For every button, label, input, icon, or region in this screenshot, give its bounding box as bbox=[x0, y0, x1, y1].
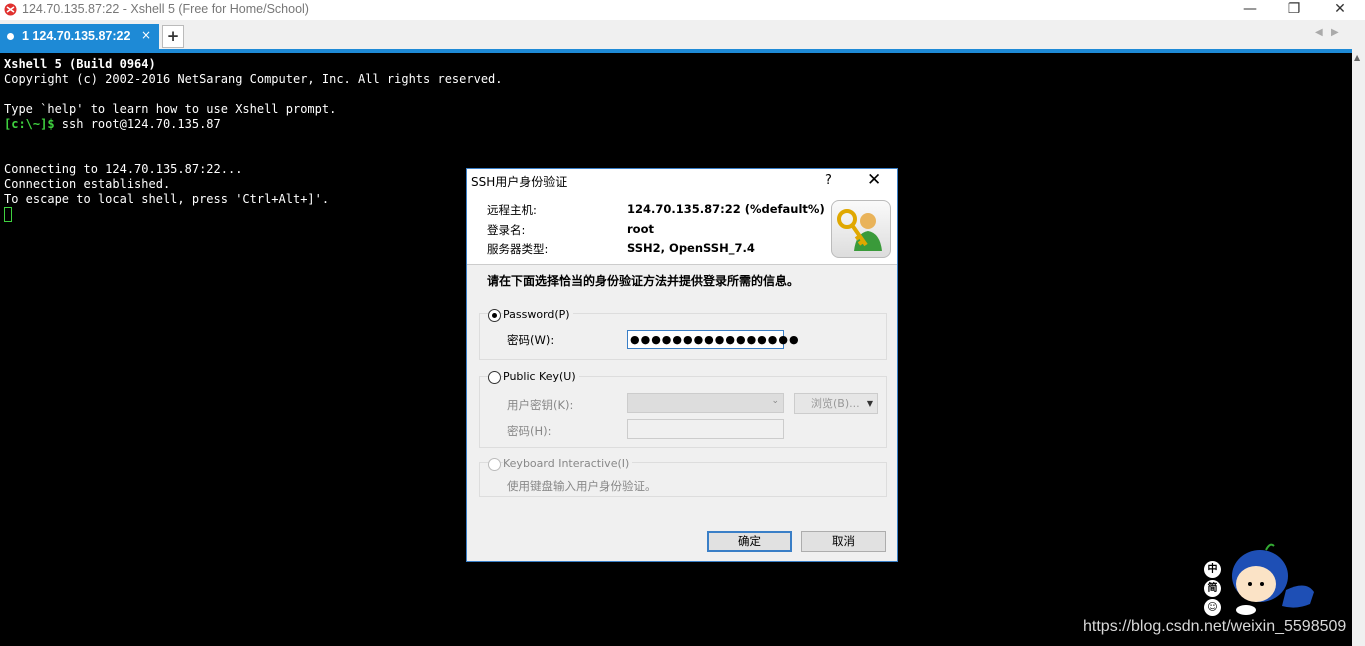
minimize-button[interactable]: — bbox=[1228, 0, 1272, 20]
ime-emoji-icon[interactable]: ☺ bbox=[1204, 599, 1221, 616]
terminal-line: Connecting to 124.70.135.87:22... bbox=[4, 162, 243, 176]
user-key-select[interactable]: ⌄ bbox=[627, 393, 784, 413]
terminal-command: ssh root@124.70.135.87 bbox=[54, 117, 221, 131]
terminal-line: Copyright (c) 2002-2016 NetSarang Comput… bbox=[4, 72, 503, 86]
ssh-auth-dialog: SSH用户身份验证 ? ✕ 远程主机: 124.70.135.87:22 (%d… bbox=[466, 168, 898, 562]
chevron-down-icon: ⌄ bbox=[771, 396, 779, 406]
publickey-option-label[interactable]: Public Key(U) bbox=[503, 370, 579, 383]
tab-scroll-right-icon[interactable]: ▶ bbox=[1331, 27, 1339, 38]
publickey-radio[interactable] bbox=[488, 371, 501, 384]
ok-button[interactable]: 确定 bbox=[707, 531, 792, 552]
dropdown-arrow-icon: ▼ bbox=[866, 399, 873, 408]
user-key-icon bbox=[831, 200, 891, 258]
password-option-label[interactable]: Password(P) bbox=[503, 308, 573, 321]
terminal-output[interactable]: Xshell 5 (Build 0964) Copyright (c) 2002… bbox=[4, 57, 503, 224]
terminal-line: Type `help' to learn how to use Xshell p… bbox=[4, 102, 337, 116]
keyboard-radio[interactable] bbox=[488, 458, 501, 471]
instruction-text: 请在下面选择恰当的身份验证方法并提供登录所需的信息。 bbox=[487, 274, 800, 288]
login-name-label: 登录名: bbox=[487, 223, 526, 237]
dialog-header: SSH用户身份验证 ? ✕ 远程主机: 124.70.135.87:22 (%d… bbox=[467, 169, 897, 265]
close-window-button[interactable]: ✕ bbox=[1318, 0, 1362, 20]
tab-accent-strip bbox=[0, 49, 1352, 53]
cancel-button[interactable]: 取消 bbox=[801, 531, 886, 552]
keyboard-description: 使用键盘输入用户身份验证。 bbox=[507, 479, 657, 493]
dialog-close-button[interactable]: ✕ bbox=[867, 170, 881, 190]
login-name-value: root bbox=[627, 222, 654, 236]
session-tabbar: 1 124.70.135.87:22 × + ◀ ▶ bbox=[0, 20, 1365, 49]
password-field-label: 密码(W): bbox=[507, 333, 555, 347]
ime-mode-icon[interactable]: 中 bbox=[1204, 561, 1221, 578]
remote-host-label: 远程主机: bbox=[487, 203, 537, 217]
password-input[interactable]: ●●●●●●●●●●●●●●●● bbox=[627, 330, 799, 349]
tab-session-1[interactable]: 1 124.70.135.87:22 × bbox=[0, 24, 159, 49]
mascot-icon bbox=[1232, 543, 1314, 615]
tab-label: 1 124.70.135.87:22 bbox=[22, 29, 131, 43]
scroll-up-icon[interactable]: ▲ bbox=[1354, 53, 1360, 62]
restore-button[interactable]: ❐ bbox=[1272, 0, 1316, 20]
server-type-label: 服务器类型: bbox=[487, 242, 549, 256]
terminal-line: Xshell 5 (Build 0964) bbox=[4, 57, 156, 71]
terminal-scrollbar[interactable]: ▲ bbox=[1352, 49, 1365, 646]
keyboard-option-label[interactable]: Keyboard Interactive(I) bbox=[503, 457, 633, 470]
tab-close-icon[interactable]: × bbox=[141, 28, 151, 42]
terminal-cursor bbox=[4, 207, 12, 222]
shell-prompt: [c:\~]$ bbox=[4, 117, 55, 131]
password-radio[interactable] bbox=[488, 309, 501, 322]
browse-button-label: 浏览(B)... bbox=[811, 397, 860, 410]
terminal-line: Connection established. bbox=[4, 177, 171, 191]
session-status-icon bbox=[7, 33, 14, 40]
remote-host-value: 124.70.135.87:22 (%default%) bbox=[627, 202, 825, 216]
xshell-logo-icon bbox=[4, 3, 17, 16]
watermark-url: https://blog.csdn.net/weixin_5598509 bbox=[1083, 618, 1347, 635]
passphrase-input[interactable] bbox=[627, 419, 784, 439]
server-type-value: SSH2, OpenSSH_7.4 bbox=[627, 241, 755, 255]
new-tab-button[interactable]: + bbox=[162, 25, 184, 48]
browse-button[interactable]: 浏览(B)... ▼ bbox=[794, 393, 878, 414]
user-key-label: 用户密钥(K): bbox=[507, 398, 574, 412]
terminal-line: To escape to local shell, press 'Ctrl+Al… bbox=[4, 192, 330, 206]
window-title: 124.70.135.87:22 - Xshell 5 (Free for Ho… bbox=[22, 2, 309, 16]
ime-simplified-icon[interactable]: 简 bbox=[1204, 580, 1221, 597]
tab-scroll-left-icon[interactable]: ◀ bbox=[1315, 27, 1323, 38]
window-titlebar: 124.70.135.87:22 - Xshell 5 (Free for Ho… bbox=[0, 0, 1365, 20]
help-button[interactable]: ? bbox=[825, 173, 832, 188]
passphrase-label: 密码(H): bbox=[507, 424, 552, 438]
dialog-title: SSH用户身份验证 bbox=[471, 175, 568, 189]
